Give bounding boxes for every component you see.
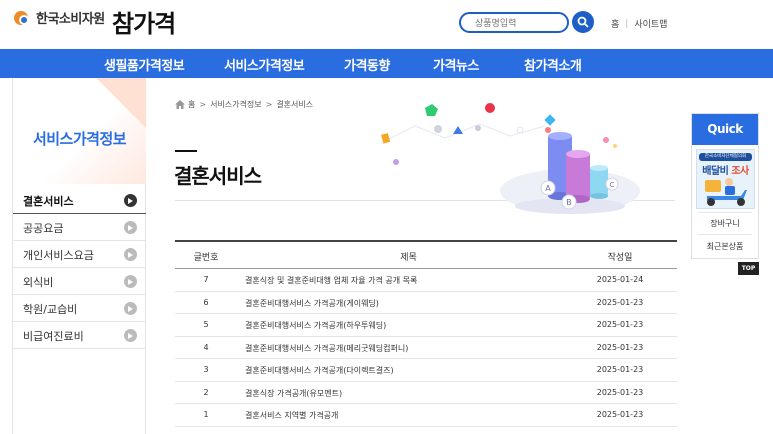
row-date: 2025-01-23 (596, 342, 644, 352)
row-no: 5 (203, 320, 209, 329)
quick-menu-title: Quick (692, 114, 758, 145)
nav-item-living-goods[interactable]: 생필품가격정보 (104, 55, 185, 74)
search-button[interactable] (572, 11, 594, 33)
sidebar-item-label: 공공요금 (23, 222, 64, 235)
table-row[interactable]: 4 결혼준비대행서비스 가격공개(메리굿웨딩컴퍼니) 2025-01-23 (175, 337, 677, 359)
sidebar-item-academy[interactable]: 학원/교습비 (13, 295, 146, 322)
main-nav: 생필품가격정보 서비스가격정보 가격동향 가격뉴스 참가격소개 (0, 49, 773, 78)
table-header: 글번호 제목 작성일 (175, 242, 677, 269)
quick-cart-link[interactable]: 장바구니 (692, 218, 758, 229)
nav-item-about[interactable]: 참가격소개 (524, 55, 582, 74)
hero-label-b: B (566, 198, 572, 207)
chevron-right-icon (124, 194, 137, 207)
sidebar-item-label: 개인서비스요금 (23, 249, 94, 262)
table-row[interactable]: 2 결혼식장 가격공개(유모멘트) 2025-01-23 (175, 382, 677, 404)
search-icon (577, 16, 589, 28)
sidebar-item-non-covered-medical[interactable]: 비급여진료비 (13, 322, 146, 349)
banner-org: 한국소비자단체협의회 (699, 153, 752, 161)
row-date: 2025-01-23 (596, 365, 644, 374)
kca-logo-icon (14, 9, 32, 27)
delivery-fee-survey-banner[interactable]: 한국소비자단체협의회 배달비 조사 (696, 149, 755, 209)
site-logo[interactable]: 한국소비자원 (14, 8, 105, 27)
delivery-scooter-icon (705, 178, 747, 206)
util-links: 홈 | 사이트맵 (611, 17, 667, 31)
sidebar-item-wedding[interactable]: 결혼서비스 (13, 187, 146, 214)
sidebar-item-label: 외식비 (23, 276, 54, 289)
row-title-link[interactable]: 결혼준비대행서비스 가격공개(하우투웨딩) (245, 320, 595, 331)
sidebar-item-label: 결혼서비스 (23, 195, 74, 208)
row-date: 2025-01-23 (596, 387, 644, 397)
side-nav-list: 결혼서비스 공공요금 개인서비스요금 외식비 학원/교습비 비급여진료비 (13, 187, 146, 349)
brand-name: 참가격 (112, 9, 176, 38)
row-title-link[interactable]: 결혼준비대행서비스 가격공개(메리굿웨딩컴퍼니) (245, 343, 595, 354)
title-accent-bar (175, 150, 197, 152)
side-nav-title: 서비스가격정보 (32, 130, 127, 148)
quick-recent-products-link[interactable]: 최근본상품 (692, 241, 758, 252)
row-title-link[interactable]: 결혼준비대행서비스 가격공개(다이렉트결즈) (245, 365, 595, 376)
breadcrumb-separator: > (199, 100, 207, 109)
row-date: 2025-01-24 (596, 275, 644, 284)
table-row[interactable]: 1 결혼서비스 지역별 가격공개 2025-01-23 (175, 404, 677, 427)
quick-divider (698, 212, 752, 213)
sidebar-item-public-fees[interactable]: 공공요금 (13, 214, 146, 241)
breadcrumb: 홈 > 서비스가격정보 > 결혼서비스 (175, 99, 313, 110)
nav-item-service-price[interactable]: 서비스가격정보 (224, 55, 305, 74)
chevron-right-icon (124, 275, 137, 288)
chevron-right-icon (124, 329, 137, 342)
sidebar-item-label: 학원/교습비 (23, 303, 78, 316)
nav-item-price-news[interactable]: 가격뉴스 (433, 55, 479, 74)
column-header-date: 작성일 (607, 253, 633, 263)
brand-logo[interactable]: 참가격 (112, 4, 176, 39)
row-no: 4 (203, 342, 209, 352)
board-table: 글번호 제목 작성일 7 결혼식장 및 결혼준비대행 업체 자율 가격 공개 목… (175, 240, 677, 427)
util-separator: | (625, 18, 629, 29)
org-name: 한국소비자원 (36, 12, 105, 27)
row-no: 2 (203, 387, 209, 397)
home-icon (175, 100, 185, 109)
search-input[interactable] (459, 12, 569, 33)
table-row[interactable]: 5 결혼준비대행서비스 가격공개(하우투웨딩) 2025-01-23 (175, 314, 677, 337)
side-nav-header: 서비스가격정보 (13, 78, 146, 184)
row-date: 2025-01-23 (596, 410, 644, 419)
hero-label-c: C (610, 181, 615, 189)
breadcrumb-separator: > (265, 100, 273, 109)
quick-menu: Quick 한국소비자단체협의회 배달비 조사 장바구니 최근본상품 (691, 113, 759, 259)
row-date: 2025-01-23 (596, 320, 644, 329)
hero-illustration: A B C (381, 103, 640, 214)
row-date: 2025-01-23 (596, 297, 644, 307)
chevron-right-icon (124, 221, 137, 234)
header: 한국소비자원 참가격 홈 | 사이트맵 (0, 0, 773, 49)
table-row[interactable]: 6 결혼준비대행서비스 가격공개(게이웨딩) 2025-01-23 (175, 292, 677, 314)
row-title-link[interactable]: 결혼준비대행서비스 가격공개(게이웨딩) (245, 298, 595, 309)
hero-label-a: A (545, 184, 551, 193)
sitemap-link[interactable]: 사이트맵 (634, 17, 667, 30)
nav-item-price-trend[interactable]: 가격동향 (344, 55, 390, 74)
quick-divider (698, 234, 752, 235)
row-no: 6 (203, 297, 209, 307)
column-header-no: 글번호 (193, 253, 219, 263)
row-no: 3 (203, 365, 209, 374)
row-no: 1 (203, 410, 209, 419)
row-title-link[interactable]: 결혼식장 가격공개(유모멘트) (245, 388, 595, 399)
breadcrumb-current: 결혼서비스 (276, 100, 314, 109)
sidebar-item-label: 비급여진료비 (23, 330, 84, 343)
breadcrumb-service-price[interactable]: 서비스가격정보 (210, 99, 262, 110)
side-nav: 서비스가격정보 결혼서비스 공공요금 개인서비스요금 외식비 학원/교습비 비급… (12, 78, 146, 434)
chevron-right-icon (124, 248, 137, 261)
home-link[interactable]: 홈 (611, 17, 619, 30)
row-no: 7 (203, 275, 209, 284)
sidebar-item-personal-service[interactable]: 개인서비스요금 (13, 241, 146, 268)
chevron-right-icon (124, 302, 137, 315)
column-header-title: 제목 (400, 253, 417, 263)
table-row[interactable]: 7 결혼식장 및 결혼준비대행 업체 자율 가격 공개 목록 2025-01-2… (175, 269, 677, 292)
page-title: 결혼서비스 (174, 164, 262, 188)
scroll-top-button[interactable]: TOP (738, 262, 759, 275)
row-title-link[interactable]: 결혼서비스 지역별 가격공개 (245, 410, 595, 421)
sidebar-item-dining[interactable]: 외식비 (13, 268, 146, 295)
row-title-link[interactable]: 결혼식장 및 결혼준비대행 업체 자율 가격 공개 목록 (245, 275, 595, 286)
table-row[interactable]: 3 결혼준비대행서비스 가격공개(다이렉트결즈) 2025-01-23 (175, 359, 677, 382)
breadcrumb-home[interactable]: 홈 (188, 99, 195, 110)
